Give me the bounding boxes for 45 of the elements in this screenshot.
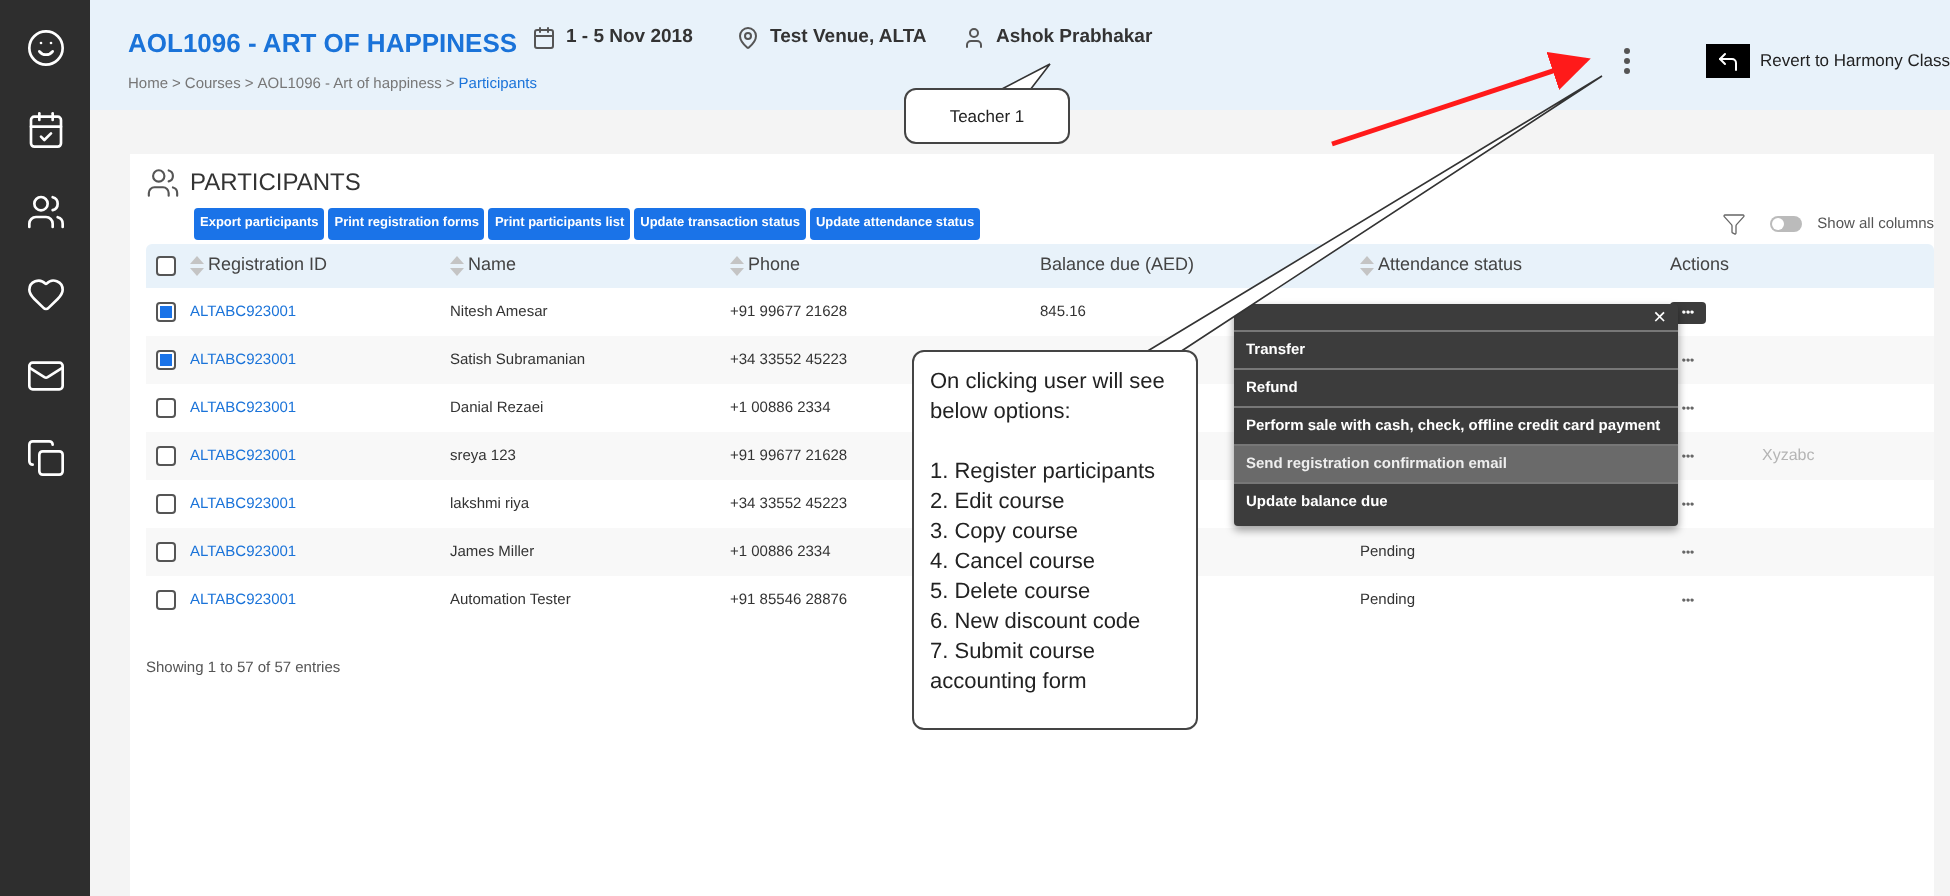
- revert-button[interactable]: Revert to Harmony Class: [1706, 44, 1950, 78]
- callout-option: 5. Delete course: [930, 578, 1180, 608]
- participants-icon: [146, 165, 180, 199]
- row-checkbox[interactable]: [156, 446, 176, 466]
- smile-icon: [25, 28, 65, 68]
- close-button[interactable]: ×: [1653, 308, 1666, 330]
- callout-option: 7. Submit course accounting form: [930, 638, 1180, 698]
- more-options-icon[interactable]: [1624, 48, 1631, 74]
- calendar-icon: [25, 110, 65, 150]
- toggle-switch[interactable]: [1769, 216, 1802, 232]
- calendar-icon: [532, 26, 556, 51]
- mail-icon: [25, 356, 65, 396]
- callout-text: On clicking user will see below options:: [930, 368, 1167, 428]
- row-checkbox[interactable]: [156, 494, 176, 514]
- column-header: Name: [468, 252, 517, 279]
- copy-icon: [25, 438, 65, 478]
- meta-text: Ashok Prabhakar: [996, 24, 1153, 52]
- column-header: Registration ID: [208, 252, 328, 279]
- callout-text: Teacher 1: [949, 103, 1025, 129]
- back-arrow-icon: [1716, 49, 1741, 73]
- column-header: Attendance status: [1378, 252, 1523, 279]
- filter-icon[interactable]: [1721, 212, 1746, 236]
- row-checkbox[interactable]: [156, 590, 176, 610]
- section-title: PARTICIPANTS: [190, 166, 361, 200]
- row-checkbox[interactable]: [156, 256, 176, 276]
- column-header: Phone: [748, 252, 801, 279]
- course-title: AOL1096 - ART OF HAPPINESS: [128, 26, 520, 62]
- column-header: Balance due (AED): [1040, 252, 1195, 279]
- row-checkbox[interactable]: [156, 398, 176, 418]
- callout-option: 4. Cancel course: [930, 548, 1180, 578]
- person-icon: [962, 26, 986, 51]
- row-checkbox[interactable]: [156, 542, 176, 562]
- callout-option: 6. New discount code: [930, 608, 1180, 638]
- row-checkbox[interactable]: [156, 350, 176, 370]
- meta-text: Test Venue, ALTA: [770, 24, 927, 52]
- column-header: Actions: [1670, 252, 1730, 279]
- heart-icon: [25, 274, 65, 314]
- callout-option: 1. Register participants: [930, 458, 1180, 488]
- row-checkbox[interactable]: [156, 302, 176, 322]
- users-icon: [25, 192, 65, 232]
- callout-option: 2. Edit course: [930, 488, 1180, 518]
- callout-option: 3. Copy course: [930, 518, 1180, 548]
- meta-text: 1 - 5 Nov 2018: [566, 24, 693, 52]
- location-pin-icon: [736, 26, 760, 51]
- faint-text: Xyzabc: [1762, 444, 1815, 468]
